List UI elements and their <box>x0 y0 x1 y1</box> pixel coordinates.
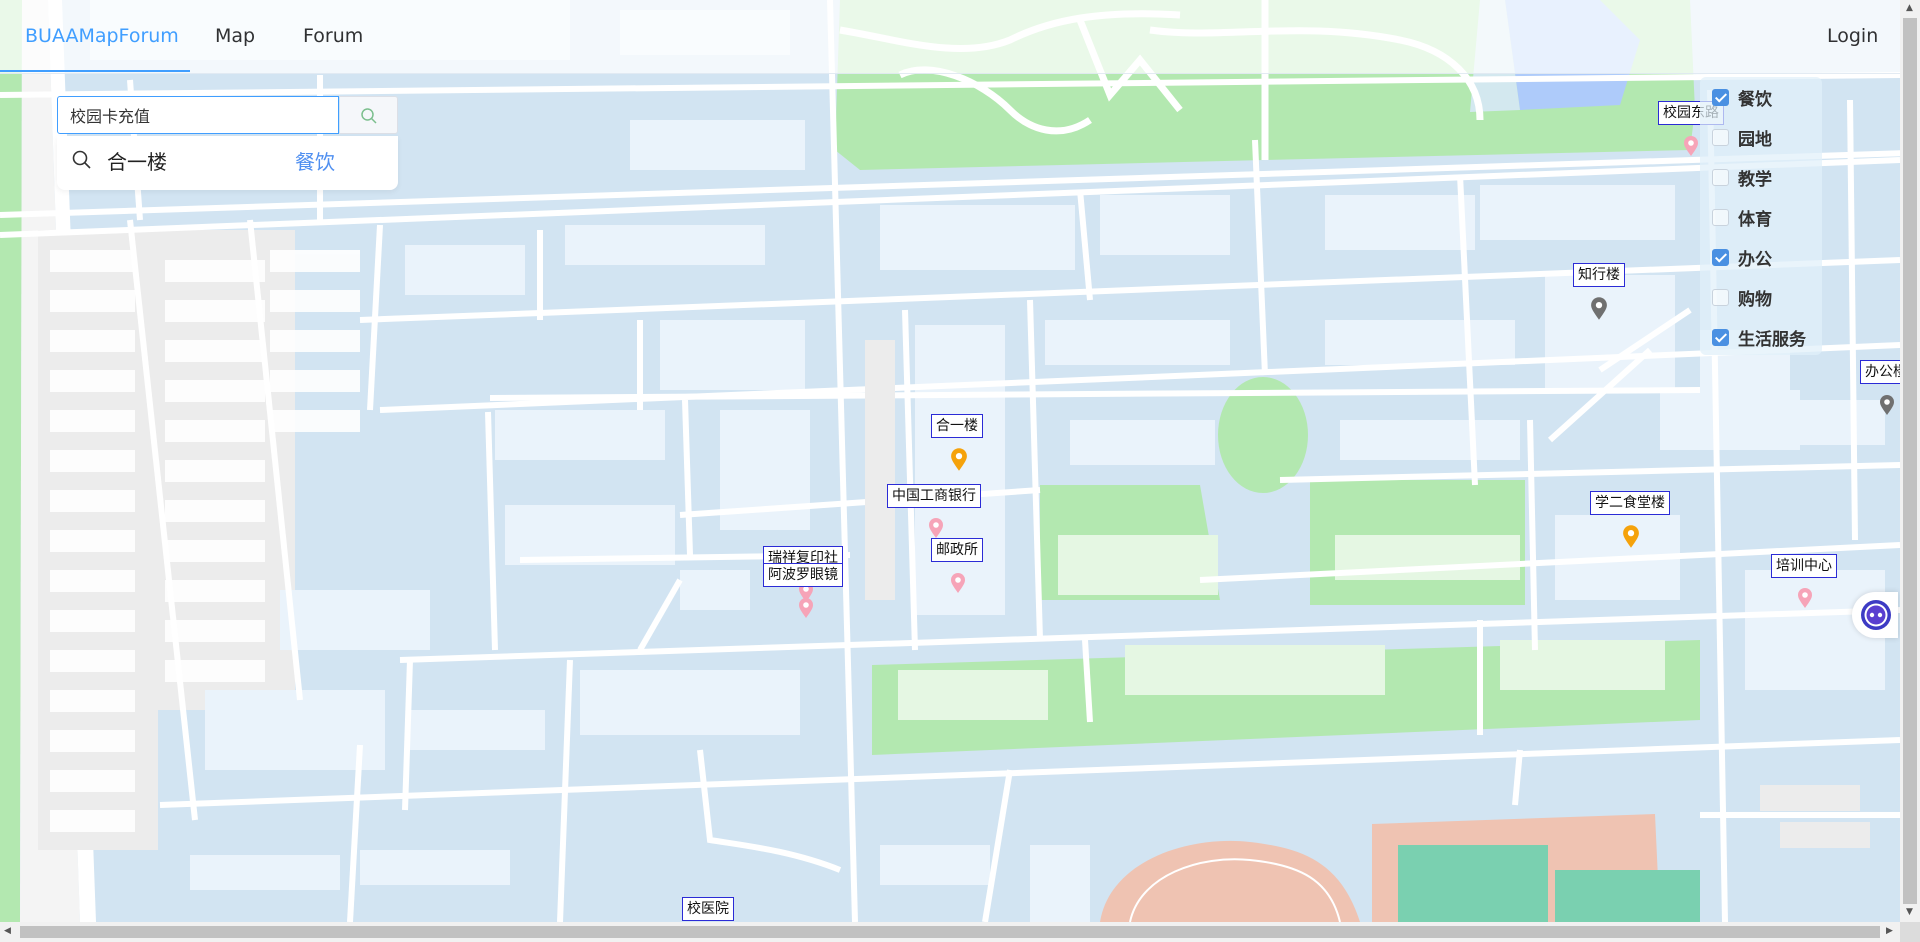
scroll-thumb[interactable] <box>1903 18 1917 904</box>
place-label[interactable]: 合一楼 <box>931 414 983 438</box>
top-nav: BUAAMapForum Map Forum Login <box>0 0 1900 74</box>
filter-label: 园地 <box>1738 130 1772 150</box>
scroll-right-icon[interactable]: ▶ <box>1886 926 1893 936</box>
map-pin-icon[interactable] <box>928 518 944 538</box>
checkbox[interactable] <box>1712 129 1729 146</box>
scroll-thumb[interactable] <box>20 926 1880 938</box>
checkbox[interactable] <box>1712 169 1729 186</box>
robot-icon <box>1861 600 1891 630</box>
map-pin-icon[interactable] <box>1879 395 1895 415</box>
scroll-up-icon[interactable]: ▲ <box>1906 3 1913 13</box>
checkbox[interactable] <box>1712 289 1729 306</box>
map-pin-icon[interactable] <box>950 448 968 471</box>
active-tab-indicator <box>0 70 190 72</box>
scrollbar-corner <box>1900 922 1920 942</box>
nav-brand[interactable]: BUAAMapForum <box>25 0 179 72</box>
filter-label: 生活服务 <box>1738 330 1806 350</box>
search-button[interactable] <box>340 96 398 134</box>
scroll-down-icon[interactable]: ▼ <box>1906 907 1913 917</box>
search-suggestion[interactable]: 合一楼 餐饮 <box>57 136 398 190</box>
filter-label: 教学 <box>1738 170 1772 190</box>
place-label[interactable]: 阿波罗眼镜 <box>763 563 843 587</box>
map-pin-icon[interactable] <box>1683 136 1699 156</box>
place-label[interactable]: 培训中心 <box>1771 554 1837 578</box>
place-label[interactable]: 知行楼 <box>1573 263 1625 287</box>
map-pin-icon[interactable] <box>1590 297 1608 320</box>
map-pin-icon[interactable] <box>1797 588 1813 608</box>
horizontal-scrollbar[interactable]: ◀ ▶ <box>0 922 1900 942</box>
nav-forum-tab[interactable]: Forum <box>303 0 363 72</box>
filter-label: 体育 <box>1738 210 1772 230</box>
checkbox[interactable] <box>1712 329 1729 346</box>
place-label[interactable]: 学二食堂楼 <box>1590 491 1670 515</box>
chat-assistant-button[interactable] <box>1852 592 1898 638</box>
nav-map-tab[interactable]: Map <box>215 0 255 72</box>
category-filter: 餐饮 园地 教学 体育 办公 购物 生活服务 <box>1700 77 1822 355</box>
suggestion-category: 餐饮 <box>295 150 335 174</box>
search-input[interactable] <box>57 96 339 134</box>
login-link[interactable]: Login <box>1827 0 1878 72</box>
filter-label: 餐饮 <box>1738 90 1772 110</box>
map-pin-icon[interactable] <box>950 573 966 593</box>
search-icon <box>72 150 91 169</box>
vertical-scrollbar[interactable]: ▲ ▼ <box>1900 0 1920 922</box>
map-pin-icon[interactable] <box>798 598 814 618</box>
checkbox[interactable] <box>1712 89 1729 106</box>
filter-label: 购物 <box>1738 290 1772 310</box>
place-label[interactable]: 校医院 <box>682 897 734 921</box>
filter-label: 办公 <box>1738 250 1772 270</box>
checkbox[interactable] <box>1712 249 1729 266</box>
place-label[interactable]: 中国工商银行 <box>887 484 981 508</box>
scroll-left-icon[interactable]: ◀ <box>4 926 11 936</box>
map-pin-icon[interactable] <box>1622 525 1640 548</box>
checkbox[interactable] <box>1712 209 1729 226</box>
search-icon <box>361 108 377 124</box>
place-label[interactable]: 邮政所 <box>931 538 983 562</box>
suggestion-name: 合一楼 <box>107 150 167 174</box>
